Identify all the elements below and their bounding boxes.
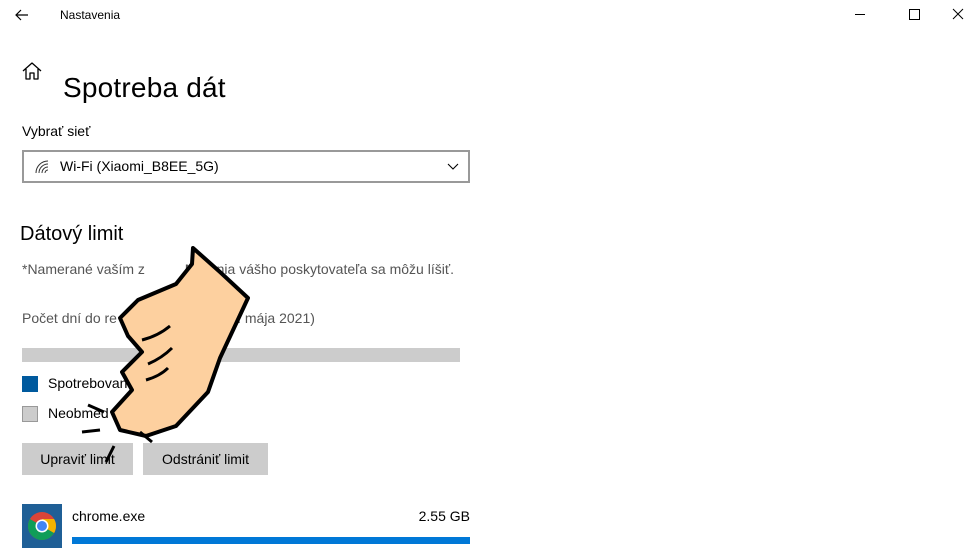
app-usage-row[interactable]: chrome.exe 2.55 GB [22,504,470,548]
home-button[interactable] [20,59,44,83]
app-data-size: 2.55 GB [418,508,470,524]
maximize-button[interactable] [890,0,936,30]
close-icon [952,8,964,20]
network-dropdown-value: Wi-Fi (Xiaomi_B8EE_5G) [60,158,219,174]
app-usage-bar [72,537,470,544]
pointing-hand-icon [81,246,250,463]
chrome-icon [22,504,62,548]
network-dropdown[interactable]: Wi-Fi (Xiaomi_B8EE_5G) [22,150,470,183]
legend-remaining-swatch [22,406,38,422]
title-bar: Nastavenia [0,0,978,30]
window-title: Nastavenia [60,8,121,22]
close-button[interactable] [936,0,978,30]
minimize-button[interactable] [838,0,884,30]
legend-used-swatch [22,376,38,392]
back-button[interactable] [10,4,34,26]
arrow-left-icon [15,9,28,21]
wifi-icon [35,160,49,174]
maximize-icon [909,9,920,20]
page-title: Spotreba dát [63,71,226,103]
app-name: chrome.exe [72,508,146,524]
minimize-icon [855,14,865,15]
network-select-label: Vybrať sieť [22,123,91,139]
home-icon [22,62,42,80]
chevron-down-icon [447,163,459,170]
app-usage-bar-fill [72,537,470,544]
